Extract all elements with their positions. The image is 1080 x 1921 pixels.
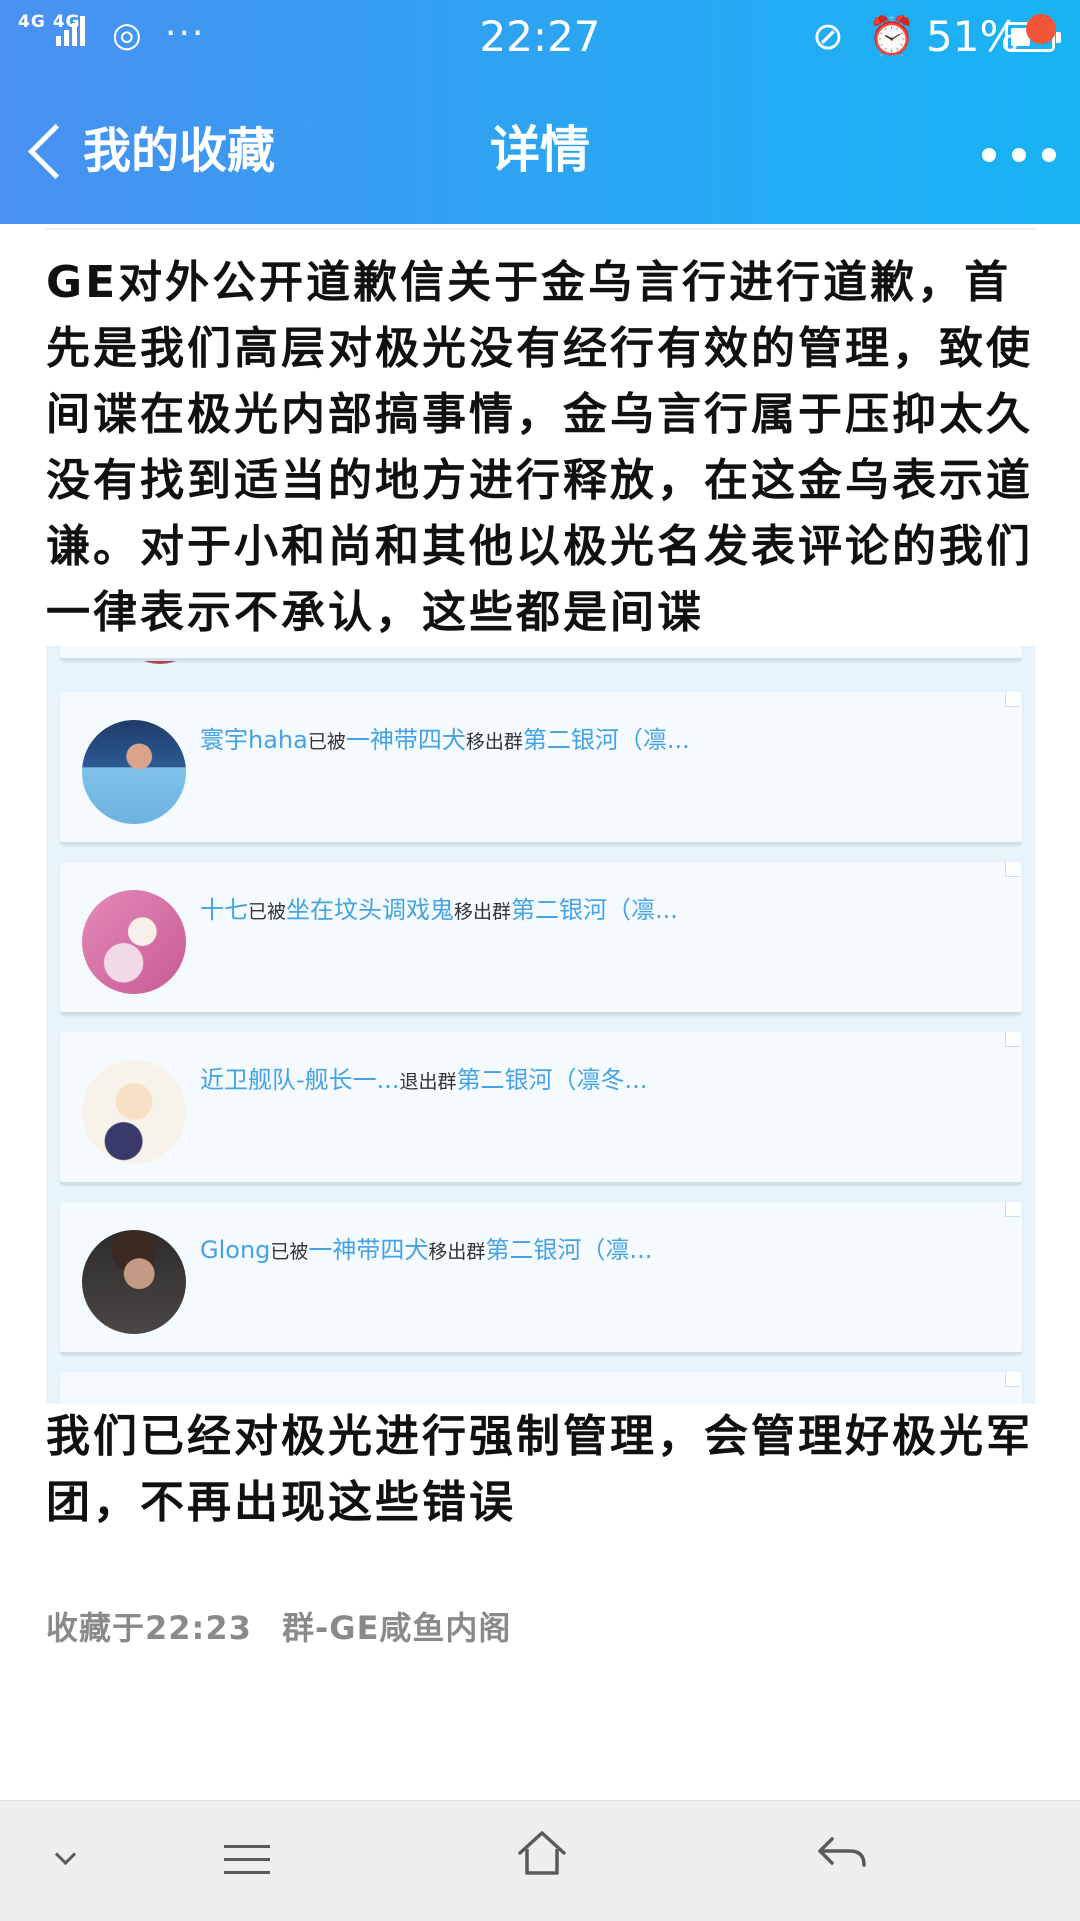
list-item: Glong已被一神带四犬移出群第二银河（凛... bbox=[60, 1202, 1022, 1355]
divider bbox=[46, 228, 1036, 230]
menu-icon[interactable] bbox=[220, 1825, 276, 1895]
user-name: 近卫舰队-舰长一... bbox=[200, 1066, 400, 1094]
list-item bbox=[60, 646, 1022, 661]
favorite-text-paragraph-1: GE对外公开道歉信关于金乌言行进行道歉，首先是我们高层对极光没有经行有效的管理，… bbox=[46, 257, 1033, 638]
page-title: 详情 bbox=[490, 121, 590, 179]
status-bar: 4G 4G ◎ ··· 22:27 ⊘ ⏰ 51% bbox=[0, 0, 1080, 76]
saved-meta: 收藏于22:23 群-GE咸鱼内阁 bbox=[46, 1606, 529, 1650]
clock: 22:27 bbox=[479, 12, 601, 61]
notification-dot bbox=[1026, 14, 1056, 44]
more-icon[interactable] bbox=[978, 134, 1064, 174]
actor-name: 坐在坟头调戏鬼 bbox=[286, 896, 455, 924]
avatar bbox=[82, 890, 186, 994]
reply-icon[interactable] bbox=[812, 1825, 872, 1895]
group-name: 第二银河（凛... bbox=[511, 896, 678, 924]
list-item: 寰宇haha已被一神带四犬移出群第二银河（凛... bbox=[60, 692, 1022, 845]
bottom-nav-bar bbox=[0, 1800, 1080, 1921]
avatar bbox=[82, 720, 186, 824]
user-name: Glong bbox=[200, 1236, 271, 1264]
actor-name: 一神带四犬 bbox=[345, 726, 466, 754]
user-name: 十七 bbox=[200, 896, 248, 924]
saved-source: 群-GE咸鱼内阁 bbox=[282, 1609, 512, 1647]
group-name: 第二银河（凛... bbox=[522, 726, 690, 754]
avatar bbox=[82, 1230, 186, 1334]
actor-name: 一神带四犬 bbox=[308, 1236, 429, 1264]
home-icon[interactable] bbox=[514, 1825, 570, 1895]
app-header: 4G 4G ◎ ··· 22:27 ⊘ ⏰ 51% 我的收藏 详情 bbox=[0, 0, 1080, 224]
group-name: 第二银河（凛... bbox=[485, 1236, 653, 1264]
embedded-screenshot[interactable]: 寰宇haha已被一神带四犬移出群第二银河（凛... 十七已被坐在坟头调戏鬼移出群… bbox=[46, 646, 1036, 1404]
mute-icon: ⊘ bbox=[812, 14, 844, 58]
saved-time: 收藏于22:23 bbox=[46, 1609, 252, 1647]
user-name: 寰宇haha bbox=[200, 726, 308, 754]
favorite-text-paragraph-2: 我们已经对极光进行强制管理，会管理好极光军团，不再出现这些错误 bbox=[46, 1411, 1033, 1528]
list-item: 十七已被坐在坟头调戏鬼移出群第二银河（凛... bbox=[60, 862, 1022, 1015]
group-name: 第二银河（凛冬... bbox=[456, 1066, 648, 1094]
list-item bbox=[60, 1372, 1022, 1404]
alarm-icon: ⏰ bbox=[868, 14, 916, 58]
nav-bar: 我的收藏 详情 bbox=[0, 76, 1080, 224]
list-item: 近卫舰队-舰长一...退出群第二银河（凛冬... bbox=[60, 1032, 1022, 1185]
avatar bbox=[82, 1060, 186, 1164]
chevron-down-icon[interactable] bbox=[46, 1825, 86, 1895]
